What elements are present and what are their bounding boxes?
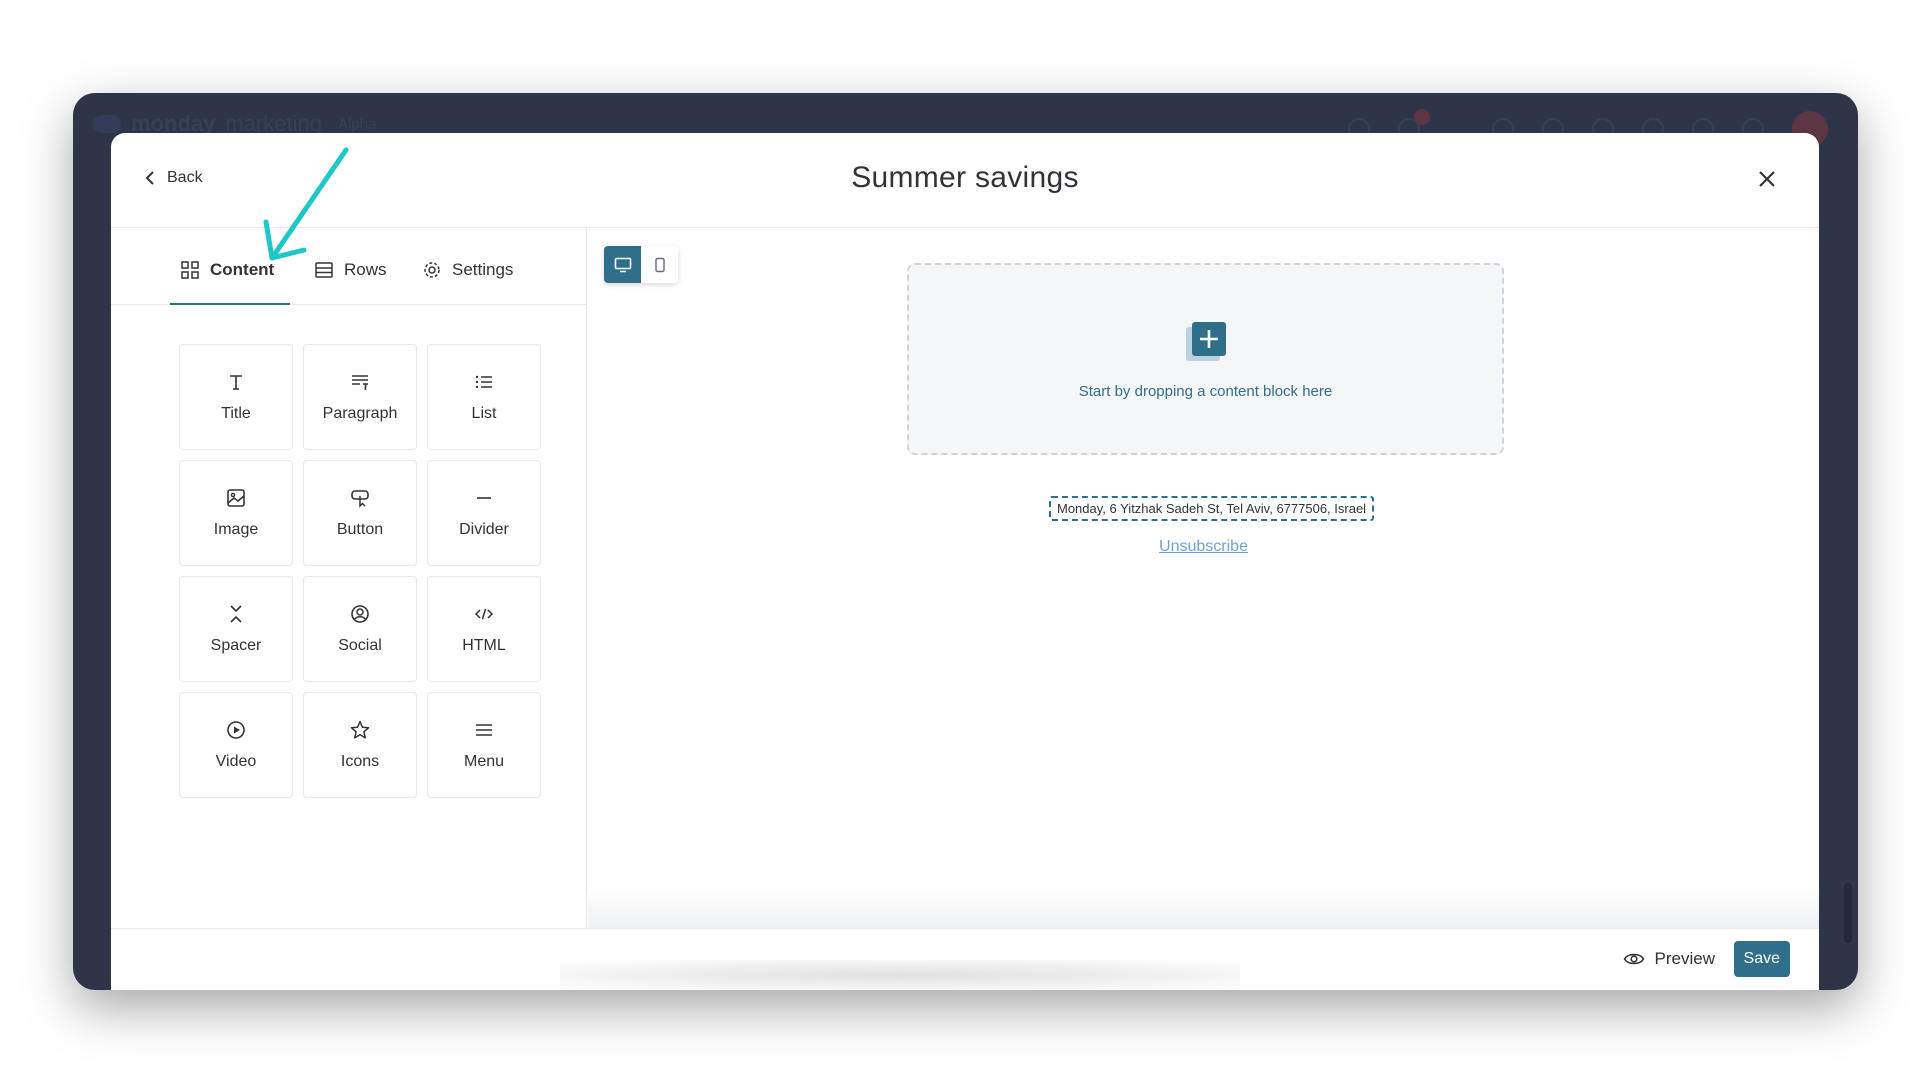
desktop-icon <box>614 257 631 272</box>
social-icon <box>351 605 369 623</box>
tab-content[interactable]: Content <box>170 260 290 305</box>
monday-logo-icon <box>93 115 121 133</box>
email-canvas: Start by dropping a content block here M… <box>588 228 1819 928</box>
block-label: Social <box>338 637 382 654</box>
add-block-icon <box>1185 321 1226 361</box>
mobile-icon <box>654 257 665 272</box>
block-icons[interactable]: Icons <box>303 692 417 798</box>
mobile-view-button[interactable] <box>641 246 678 283</box>
device-toggle <box>604 246 678 283</box>
block-label: Title <box>221 405 251 422</box>
block-label: HTML <box>462 637 506 654</box>
tab-rows[interactable]: Rows <box>314 260 387 305</box>
block-list[interactable]: List <box>427 344 541 450</box>
block-label: Paragraph <box>322 405 398 422</box>
unsubscribe-link[interactable]: Unsubscribe <box>588 538 1819 556</box>
desktop-view-button[interactable] <box>604 246 641 283</box>
video-icon <box>227 721 245 739</box>
app-tag: Alpha <box>337 115 377 133</box>
block-label: Image <box>213 521 259 538</box>
button-icon <box>351 490 369 508</box>
block-spacer[interactable]: Spacer <box>179 576 293 682</box>
block-divider[interactable]: Divider <box>427 460 541 566</box>
content-drop-zone[interactable]: Start by dropping a content block here <box>907 263 1504 455</box>
spacer-icon <box>230 605 242 623</box>
block-video[interactable]: Video <box>179 692 293 798</box>
block-paragraph[interactable]: Paragraph <box>303 344 417 450</box>
content-blocks-panel: Content Rows Settings Title Paragraph Li… <box>111 228 587 928</box>
menu-icon <box>476 724 492 736</box>
drop-zone-text: Start by dropping a content block here <box>1078 382 1333 400</box>
block-button[interactable]: Button <box>303 460 417 566</box>
block-social[interactable]: Social <box>303 576 417 682</box>
block-label: Button <box>336 521 384 538</box>
notification-badge <box>1414 109 1430 125</box>
preview-button[interactable]: Preview <box>1623 949 1715 969</box>
star-icon <box>350 720 370 739</box>
block-image[interactable]: Image <box>179 460 293 566</box>
gear-icon <box>424 262 440 278</box>
preview-label: Preview <box>1654 949 1715 968</box>
image-icon <box>227 489 245 507</box>
modal-shadow <box>560 960 1240 990</box>
title-icon <box>230 375 242 390</box>
close-icon[interactable] <box>1755 167 1779 191</box>
block-label: Icons <box>340 753 380 770</box>
modal-header: Back Summer savings <box>111 133 1819 228</box>
canvas-fade <box>588 888 1819 928</box>
block-label: Divider <box>459 521 509 538</box>
app-scrollbar <box>1844 883 1852 943</box>
list-icon <box>475 375 492 389</box>
tab-settings[interactable]: Settings <box>422 260 513 305</box>
email-editor-modal: Back Summer savings Content Rows Setting… <box>111 133 1819 990</box>
annotation-arrow-icon <box>263 147 349 261</box>
footer-address[interactable]: Monday, 6 Yitzhak Sadeh St, Tel Aviv, 67… <box>1049 496 1375 521</box>
grid-icon <box>181 261 199 279</box>
paragraph-icon <box>352 375 368 390</box>
block-html[interactable]: HTML <box>427 576 541 682</box>
block-label: List <box>471 405 497 422</box>
block-menu[interactable]: Menu <box>427 692 541 798</box>
save-button[interactable]: Save <box>1733 941 1790 977</box>
block-title[interactable]: Title <box>179 344 293 450</box>
block-label: Video <box>215 753 257 770</box>
block-label: Menu <box>463 753 505 770</box>
eye-icon <box>1623 953 1644 965</box>
tab-label: Settings <box>452 260 514 279</box>
block-label: Spacer <box>210 637 262 654</box>
divider-icon <box>477 497 491 499</box>
blocks-grid: Title Paragraph List Image Button Divide… <box>179 344 541 798</box>
html-icon <box>474 608 494 620</box>
page-title: Summer savings <box>851 161 1079 194</box>
